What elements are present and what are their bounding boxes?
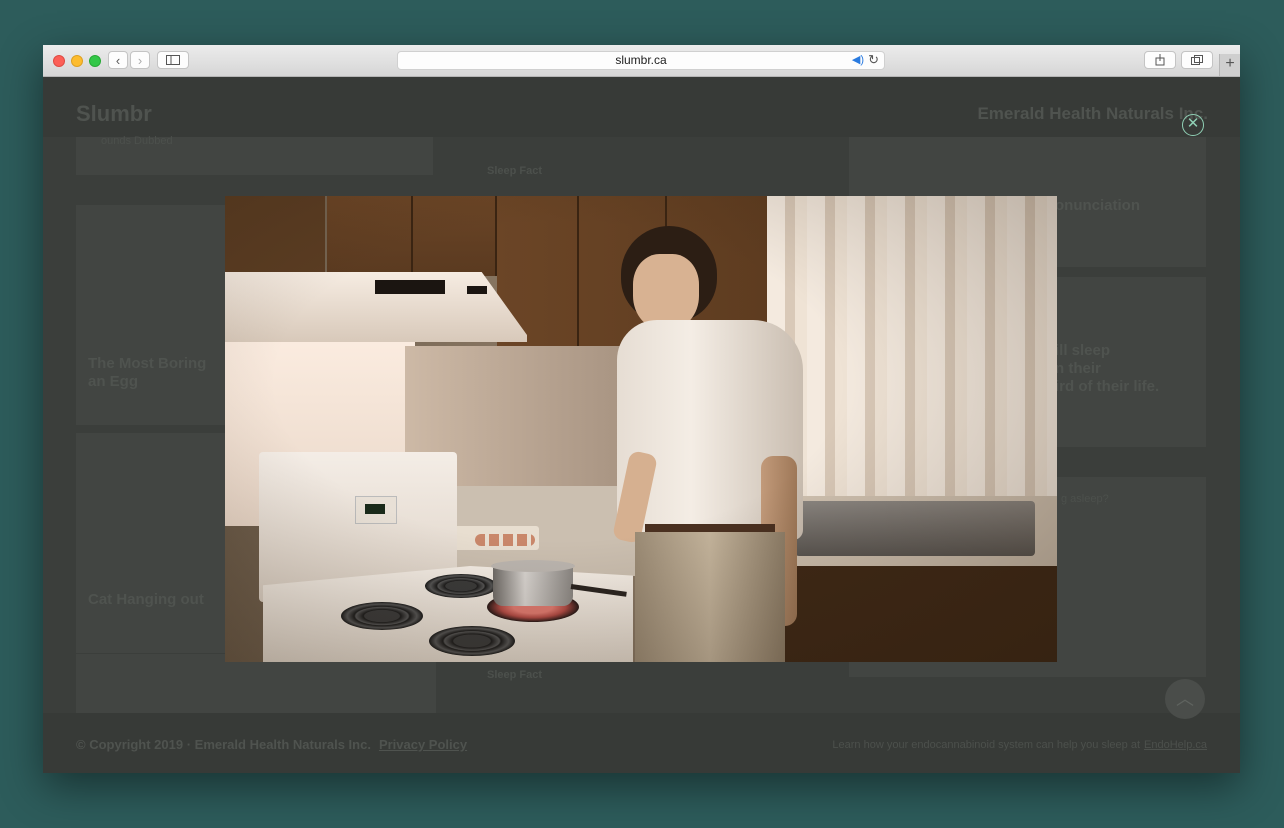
share-icon <box>1155 54 1165 66</box>
privacy-link[interactable]: Privacy Policy <box>379 737 467 752</box>
sidebar-icon <box>166 55 180 65</box>
site-footer: © Copyright 2019 · Emerald Health Natura… <box>43 713 1240 773</box>
fact-line-3: ird of their life. <box>1055 378 1160 395</box>
browser-window: ‹ › slumbr.ca ◀) ↻ + Slumbr Emerald Heal… <box>43 45 1240 773</box>
minimize-window-button[interactable] <box>71 55 83 67</box>
browser-toolbar: ‹ › slumbr.ca ◀) ↻ + <box>43 45 1240 77</box>
plus-icon: + <box>1225 55 1235 72</box>
card-caption: ounds Dubbed <box>101 135 173 147</box>
new-tab-button[interactable]: + <box>1219 54 1240 76</box>
chevron-up-icon: ︿ <box>1176 689 1194 709</box>
modal-image <box>225 196 1057 662</box>
fact-line-1: ill sleep <box>1055 342 1111 359</box>
copyright-text: © Copyright 2019 · Emerald Health Natura… <box>76 737 371 752</box>
site-logo[interactable]: Slumbr <box>76 101 152 127</box>
quiz-question: g asleep? <box>1061 493 1109 505</box>
pronunciation-title: onunciation <box>1055 197 1140 214</box>
speaker-icon[interactable]: ◀) <box>852 52 864 69</box>
endohelp-text: Learn how your endocannabinoid system ca… <box>832 739 1140 751</box>
chevron-right-icon: › <box>137 52 143 68</box>
chevron-left-icon: ‹ <box>115 52 121 68</box>
scroll-top-button[interactable]: ︿ <box>1165 679 1205 719</box>
tabs-icon <box>1191 55 1203 65</box>
card-title-line2: an Egg <box>88 373 139 390</box>
url-text: slumbr.ca <box>615 53 667 67</box>
endohelp-note: Learn how your endocannabinoid system ca… <box>832 739 1207 751</box>
company-name[interactable]: Emerald Health Naturals Inc. <box>977 104 1208 124</box>
tabs-button[interactable] <box>1181 51 1213 69</box>
card-bottom-left[interactable] <box>76 654 436 714</box>
modal-close-button[interactable]: ✕ <box>1182 114 1204 136</box>
fact-line-2: n their <box>1055 360 1101 377</box>
address-bar[interactable]: slumbr.ca ◀) ↻ <box>397 51 885 70</box>
zoom-window-button[interactable] <box>89 55 101 67</box>
sidebar-button[interactable] <box>157 51 189 69</box>
back-button[interactable]: ‹ <box>108 51 128 69</box>
forward-button[interactable]: › <box>130 51 150 69</box>
copyright: © Copyright 2019 · Emerald Health Natura… <box>76 737 467 752</box>
sleep-fact-label: Sleep Fact <box>487 165 543 177</box>
sleep-fact-label-2: Sleep Fact <box>487 669 543 681</box>
reload-icon[interactable]: ↻ <box>868 51 879 68</box>
card-title: The Most Boring <box>88 355 207 372</box>
close-window-button[interactable] <box>53 55 65 67</box>
card-title-cat: Cat Hanging out <box>88 591 204 608</box>
close-icon: ✕ <box>1186 115 1200 132</box>
endohelp-link[interactable]: EndoHelp.ca <box>1144 739 1207 751</box>
share-button[interactable] <box>1144 51 1176 69</box>
